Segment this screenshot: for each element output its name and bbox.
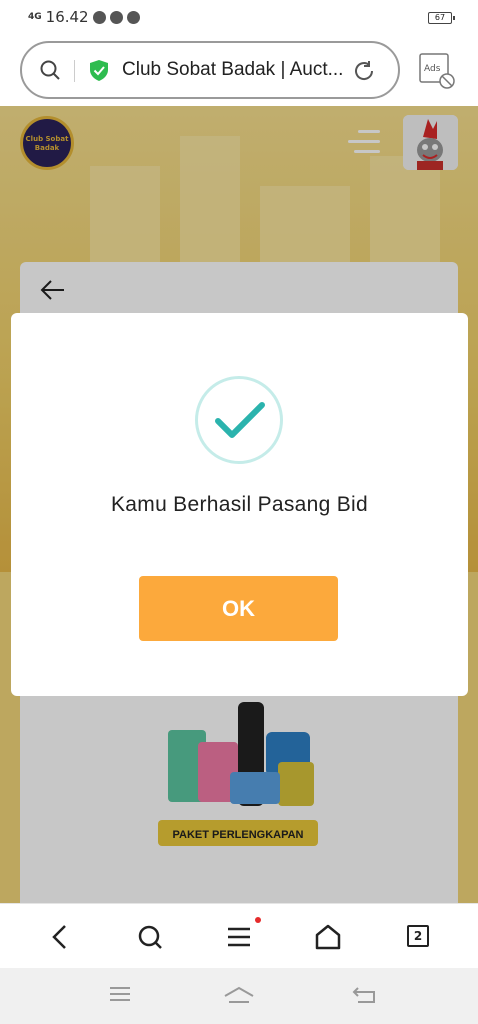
reload-icon[interactable] <box>352 59 376 83</box>
checkmark-icon <box>215 402 265 438</box>
battery-icon: 67 <box>428 12 455 24</box>
chat-notification-icon <box>92 10 106 24</box>
status-left: 4G 16.42 <box>28 8 140 26</box>
modal-message: Kamu Berhasil Pasang Bid <box>110 493 368 516</box>
success-modal: Kamu Berhasil Pasang Bid OK <box>11 313 468 696</box>
status-time: 16.42 <box>45 8 89 26</box>
menu-icon[interactable] <box>224 922 254 952</box>
system-back-icon[interactable] <box>352 984 378 1006</box>
search-icon[interactable] <box>135 922 165 952</box>
status-bar: 4G 16.42 67 <box>0 0 478 36</box>
recent-apps-icon[interactable] <box>108 984 132 1004</box>
home-icon[interactable] <box>313 922 343 952</box>
ad-block-icon[interactable]: Ads <box>418 52 456 90</box>
system-home-icon[interactable] <box>222 984 256 1006</box>
address-divider <box>74 60 75 82</box>
notification-dot <box>255 917 261 923</box>
telegram-notification-icon <box>109 10 123 24</box>
tabs-count-button[interactable]: 2 <box>407 925 429 947</box>
url-text[interactable]: Club Sobat Badak | Auct... <box>122 59 343 81</box>
chrome-notification-icon <box>126 10 140 24</box>
signal-indicator: 4G <box>28 12 42 22</box>
secure-shield-icon[interactable] <box>90 60 108 81</box>
back-icon[interactable] <box>45 922 75 952</box>
address-bar[interactable]: Club Sobat Badak | Auct... <box>20 41 400 99</box>
system-navigation-bar <box>0 968 478 1024</box>
success-check-icon <box>195 376 283 464</box>
browser-toolbar: Club Sobat Badak | Auct... Ads <box>0 36 478 106</box>
search-icon[interactable] <box>40 60 60 80</box>
browser-bottom-bar: 2 <box>0 903 478 968</box>
ok-button[interactable]: OK <box>139 576 338 641</box>
svg-text:Ads: Ads <box>424 64 441 74</box>
